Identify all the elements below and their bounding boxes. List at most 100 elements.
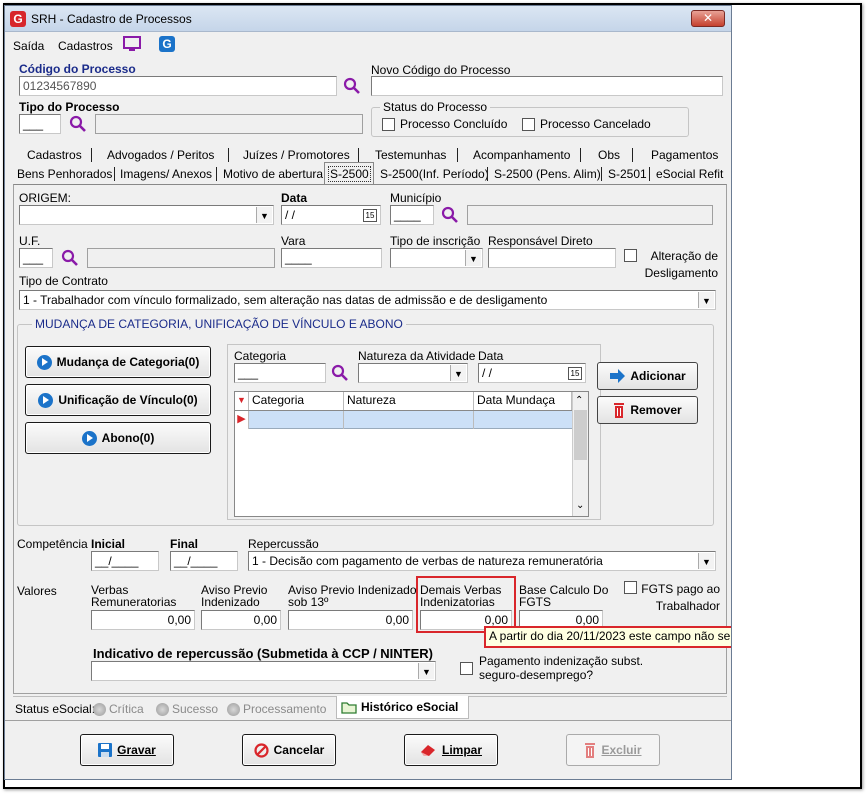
categoria-grid[interactable]: ▼ Categoria Natureza Data Mundaça ▶ ⌃ ⌄ xyxy=(234,391,589,517)
mudanca-title: MUDANÇA DE CATEGORIA, UNIFICAÇÃO DE VÍNC… xyxy=(32,317,406,331)
tab-bens-penhorados[interactable]: Bens Penhorados xyxy=(17,167,112,181)
repercussao-label: Repercussão xyxy=(248,537,319,551)
calendar-icon[interactable]: 15 xyxy=(568,367,582,380)
save-icon xyxy=(98,743,113,757)
radio-icon xyxy=(227,703,240,717)
tab-s2500-pens-alim[interactable]: S-2500 (Pens. Alim) xyxy=(494,167,601,181)
grid-header-categoria[interactable]: Categoria xyxy=(249,392,344,410)
cancelado-checkbox[interactable] xyxy=(522,118,535,131)
codigo-input[interactable]: 01234567890 xyxy=(19,76,337,96)
monitor-icon[interactable] xyxy=(123,36,141,52)
categoria-input[interactable]: ___ xyxy=(234,363,326,383)
grid-scrollbar[interactable]: ⌃ ⌄ xyxy=(572,392,588,516)
mudanca-data-input[interactable]: / /15 xyxy=(478,363,586,383)
tipo-inscricao-select[interactable]: ▼ xyxy=(390,248,483,268)
municipio-input[interactable]: ____ xyxy=(390,205,434,225)
base-label: Base Calculo Do FGTS xyxy=(519,583,609,609)
tab-s2500-active[interactable]: S-2500 xyxy=(324,162,374,184)
menu-cadastros[interactable]: Cadastros xyxy=(58,39,113,53)
abono-button[interactable]: Abono(0) xyxy=(25,422,211,454)
radio-critica[interactable]: Crítica xyxy=(93,702,144,717)
play-icon xyxy=(38,392,54,408)
search-icon[interactable] xyxy=(343,77,361,95)
grid-header-data[interactable]: Data Mundaça xyxy=(474,392,572,410)
tab-s2501[interactable]: S-2501 xyxy=(608,167,647,181)
categoria-label: Categoria xyxy=(234,349,287,363)
menu-saida[interactable]: Saída xyxy=(13,39,44,53)
tab-pagamentos[interactable]: Pagamentos xyxy=(651,148,718,162)
gravar-button[interactable]: Gravar xyxy=(80,734,174,766)
calendar-icon[interactable]: 15 xyxy=(363,209,377,222)
tab-advogados[interactable]: Advogados / Peritos xyxy=(107,148,214,162)
play-icon xyxy=(36,354,52,370)
aviso13-input[interactable]: 0,00 xyxy=(288,610,413,630)
search-icon[interactable] xyxy=(69,115,87,133)
trash-icon xyxy=(585,742,596,758)
play-icon xyxy=(81,430,97,446)
unificacao-vinculo-button[interactable]: Unificação de Vínculo(0) xyxy=(25,384,211,416)
natureza-select[interactable]: ▼ xyxy=(358,363,468,383)
repercussao-select[interactable]: 1 - Decisão com pagamento de verbas de n… xyxy=(248,551,716,571)
tab-obs[interactable]: Obs xyxy=(598,148,620,162)
natureza-label: Natureza da Atividade xyxy=(358,349,476,363)
highlight-box xyxy=(416,576,516,633)
final-input[interactable]: __/____ xyxy=(170,551,238,571)
app-window: G SRH - Cadastro de Processos ✕ Saída Ca… xyxy=(4,5,732,780)
tipo-input[interactable]: ___ xyxy=(19,114,61,134)
novo-codigo-input[interactable] xyxy=(371,76,723,96)
fgts-label: FGTS pago ao Trabalhador xyxy=(641,582,720,613)
tipo-contrato-select[interactable]: 1 - Trabalhador com vínculo formalizado,… xyxy=(19,290,716,310)
grid-header-natureza[interactable]: Natureza xyxy=(344,392,474,410)
vara-label: Vara xyxy=(281,234,306,248)
origem-select[interactable]: ▼ xyxy=(19,205,274,225)
cancel-icon xyxy=(254,742,269,758)
limpar-button[interactable]: Limpar xyxy=(404,734,498,766)
indicativo-select[interactable]: ▼ xyxy=(91,661,436,681)
remover-button[interactable]: Remover xyxy=(597,396,698,424)
tab-acompanhamento[interactable]: Acompanhamento xyxy=(473,148,570,162)
historico-esocial-tab[interactable]: Histórico eSocial xyxy=(336,696,469,719)
alteracao-checkbox[interactable] xyxy=(624,249,637,262)
uf-description xyxy=(87,248,275,268)
mudanca-categoria-button[interactable]: Mudança de Categoria(0) xyxy=(25,346,211,378)
novo-codigo-label: Novo Código do Processo xyxy=(371,63,511,77)
vara-input[interactable]: ____ xyxy=(281,248,382,268)
search-icon[interactable] xyxy=(441,206,459,224)
window-title: SRH - Cadastro de Processos xyxy=(31,12,192,26)
data-input[interactable]: / /15 xyxy=(281,205,381,225)
pagamento-checkbox[interactable] xyxy=(460,662,473,675)
sort-indicator-icon: ▼ xyxy=(235,392,249,410)
valores-label: Valores xyxy=(17,584,57,598)
radio-sucesso[interactable]: Sucesso xyxy=(156,702,218,717)
scroll-up-icon[interactable]: ⌃ xyxy=(575,395,583,406)
scroll-down-icon[interactable]: ⌄ xyxy=(576,500,584,511)
scroll-thumb[interactable] xyxy=(574,410,587,460)
inicial-input[interactable]: __/____ xyxy=(91,551,159,571)
responsavel-label: Responsável Direto xyxy=(488,234,593,248)
table-row[interactable] xyxy=(249,411,572,429)
close-button[interactable]: ✕ xyxy=(691,10,725,27)
verbas-input[interactable]: 0,00 xyxy=(91,610,195,630)
cancelar-button[interactable]: Cancelar xyxy=(242,734,336,766)
g-logo-icon[interactable]: G xyxy=(159,36,175,52)
tab-s2500-inf-periodo[interactable]: S-2500(Inf. Período) xyxy=(380,167,489,181)
uf-input[interactable]: ___ xyxy=(19,248,53,268)
codigo-label: Código do Processo xyxy=(19,62,136,76)
tab-juizes[interactable]: Juízes / Promotores xyxy=(243,148,350,162)
concluido-checkbox[interactable] xyxy=(382,118,395,131)
tab-testemunhas[interactable]: Testemunhas xyxy=(375,148,446,162)
aviso-input[interactable]: 0,00 xyxy=(201,610,281,630)
inicial-label: Inicial xyxy=(91,537,126,551)
search-icon[interactable] xyxy=(331,364,349,382)
tab-esocial-refit[interactable]: eSocial Refit xyxy=(656,167,723,181)
responsavel-input[interactable] xyxy=(488,248,616,268)
radio-processamento[interactable]: Processamento xyxy=(227,702,326,717)
tab-imagens-anexos[interactable]: Imagens/ Anexos xyxy=(120,167,212,181)
adicionar-button[interactable]: Adicionar xyxy=(597,362,698,390)
excluir-button[interactable]: Excluir xyxy=(566,734,660,766)
verbas-label: Verbas Remuneratorias xyxy=(91,583,177,609)
tab-motivo-abertura[interactable]: Motivo de abertura xyxy=(223,167,323,181)
fgts-checkbox[interactable] xyxy=(624,581,637,594)
tab-cadastros[interactable]: Cadastros xyxy=(27,148,82,162)
search-icon[interactable] xyxy=(61,249,79,267)
